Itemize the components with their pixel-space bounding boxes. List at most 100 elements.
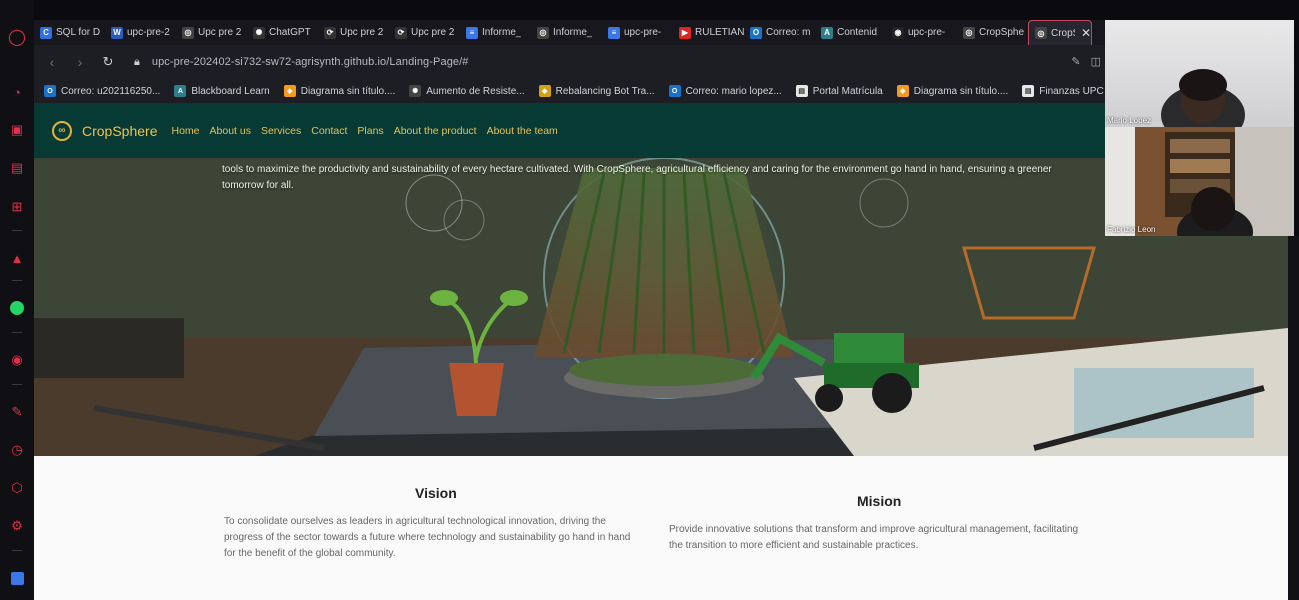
nav-link-home[interactable]: Home [172,125,200,137]
video-tile-mario[interactable]: Mario Lopez [1105,20,1294,127]
bookmark-favicon-icon: O [668,85,681,97]
url-field[interactable]: upc-pre-202402-si732-sw72-agrisynth.gith… [152,56,469,68]
tab-label: ChatGPT [269,27,311,38]
sidebar-divider [12,332,22,333]
bookmark-item[interactable]: ▤ Portal Matrícula [795,85,883,97]
browser-tab[interactable]: ⟳ Upc pre 2 [389,20,460,45]
bookmark-favicon-icon: ▤ [1022,85,1035,97]
nav-link-about-product[interactable]: About the product [394,125,477,137]
tab-label: Correo: m [766,27,811,38]
browser-sidebar: ◯ ◔ ▣ ▤ ⊞ ▲ ◉ ✎ ◷ ⬡ ⚙ [0,0,34,600]
site-brand[interactable]: CropSphere [82,123,158,139]
opera-icon[interactable]: ◯ [7,27,27,47]
bookmark-label: Correo: mario lopez... [685,85,782,97]
bookmark-item[interactable]: ✺ Aumento de Resiste... [409,85,525,97]
bookmark-label: Finanzas UPC [1039,85,1104,97]
bookmark-label: Portal Matrícula [812,85,883,97]
address-actions: ✎ ◫ [1071,55,1101,68]
bookmark-label: Diagrama sin título.... [913,85,1009,97]
web-page: tools to maximize the productivity and s… [34,103,1288,600]
close-tab-icon[interactable]: ✕ [1081,26,1091,40]
tab-label: upc-pre- [908,27,946,38]
back-button[interactable]: ‹ [38,54,66,70]
participant-name: Fabrizio Leon [1107,225,1156,234]
camera-icon[interactable]: ◫ [1091,55,1101,68]
browser-tab[interactable]: ⟳ Upc pre 2 [318,20,389,45]
shopping-icon[interactable]: ▣ [7,120,27,140]
browser-tab[interactable]: O Correo: m [744,20,815,45]
lock-icon[interactable]: 🔒︎ [134,56,140,69]
pinboard-icon[interactable]: ✎ [7,402,27,422]
hero-paragraph: tools to maximize the productivity and s… [222,164,1052,191]
browser-tab[interactable]: ▶ RULETIAN [673,20,744,45]
ai-icon[interactable]: ⊞ [7,197,27,217]
address-bar: ‹ › ↻ 🔒︎ upc-pre-202402-si732-sw72-agris… [34,45,1105,79]
bookmark-item[interactable]: O Correo: u202116250... [44,85,160,97]
docs-icon: ≡ [466,26,478,39]
browser-tab[interactable]: ◎ Informe_ [531,20,602,45]
browser-tab[interactable]: ◎ CropS ✕ [1028,20,1092,45]
browser-tab[interactable]: ≡ upc-pre- [602,20,673,45]
bookmark-item[interactable]: A Blackboard Learn [174,85,270,97]
sidebar-divider [12,384,22,385]
browser-tab[interactable]: ◎ Upc pre 2 [176,20,247,45]
nav-link-about-us[interactable]: About us [210,125,251,137]
tab-label: Contenid [837,27,878,38]
participant-video [1161,69,1245,127]
c-icon: C [40,26,52,39]
tab-label: RULETIAN [695,27,744,38]
word-icon: W [111,26,123,39]
settings-icon[interactable]: ⚙ [7,516,27,536]
whatsapp-icon[interactable] [7,298,27,318]
tab-label: CropSphe [979,27,1025,38]
bookmark-item[interactable]: ◈ Diagrama sin título.... [283,85,396,97]
edit-icon[interactable]: ✎ [1071,55,1080,68]
nav-link-plans[interactable]: Plans [357,125,383,137]
twitch-icon[interactable]: ▤ [7,158,27,178]
player-icon[interactable]: ◉ [7,350,27,370]
browser-tab[interactable]: ◉ upc-pre- [886,20,957,45]
tab-label: Upc pre 2 [198,27,242,38]
browser-tab[interactable]: C SQL for D [34,20,105,45]
browser-tab[interactable]: A Contenid [815,20,886,45]
docs-icon: ≡ [608,26,620,39]
tab-label: upc-pre-2 [127,27,170,38]
browser-tab[interactable]: ✺ ChatGPT [247,20,318,45]
nav-link-about-team[interactable]: About the team [487,125,558,137]
sync-icon: ⟳ [324,26,336,39]
sidebar-divider [12,230,22,231]
reload-button[interactable]: ↻ [94,54,122,70]
tab-strip: C SQL for D Wupc-pre-2 ◎ Upc pre 2 ✺ ChatGPT ⟳ U… [34,20,1105,45]
browser-tab[interactable]: Wupc-pre-2 [105,20,176,45]
bookmark-label: Diagrama sin título.... [300,85,396,97]
bookmark-label: Rebalancing Bot Tra... [555,85,655,97]
participant-name: Mario Lopez [1107,116,1152,125]
tab-label: upc-pre- [624,27,662,38]
browser-tab[interactable]: ◎ CropSphe [957,20,1028,45]
bookmark-item[interactable]: ◈ Diagrama sin título.... [896,85,1009,97]
vision-title: Vision [415,485,457,501]
aria-icon[interactable]: ▲ [7,248,27,268]
bookmark-item[interactable]: ◆ Rebalancing Bot Tra... [538,85,655,97]
history-icon[interactable]: ◷ [7,440,27,460]
site-navbar: ∞ CropSphere Home About us Services Cont… [34,103,1105,158]
forward-button[interactable]: › [66,54,94,70]
sync-icon: ⟳ [395,26,407,39]
bookmark-item[interactable]: ▤ Finanzas UPC [1022,85,1104,97]
blackboard-icon: A [821,26,833,39]
nav-link-services[interactable]: Services [261,125,301,137]
globe-icon: ◎ [537,26,549,39]
translate-icon[interactable] [7,568,27,588]
bookmark-item[interactable]: O Correo: mario lopez... [668,85,782,97]
cropsphere-logo-icon[interactable]: ∞ [52,120,72,141]
extensions-icon[interactable]: ⬡ [7,478,27,498]
video-tile-fabrizio[interactable]: Fabrizio Leon [1105,127,1294,236]
vision-text: To consolidate ourselves as leaders in a… [224,516,631,559]
speed-dial-icon[interactable]: ◔ [7,82,27,102]
tab-label: Informe_ [553,27,593,38]
youtube-icon: ▶ [679,26,691,39]
vision-mision-section: Vision To consolidate ourselves as leade… [34,456,1288,600]
nav-link-contact[interactable]: Contact [311,125,347,137]
bookmark-label: Blackboard Learn [191,85,270,97]
browser-tab[interactable]: ≡ Informe_ [460,20,531,45]
